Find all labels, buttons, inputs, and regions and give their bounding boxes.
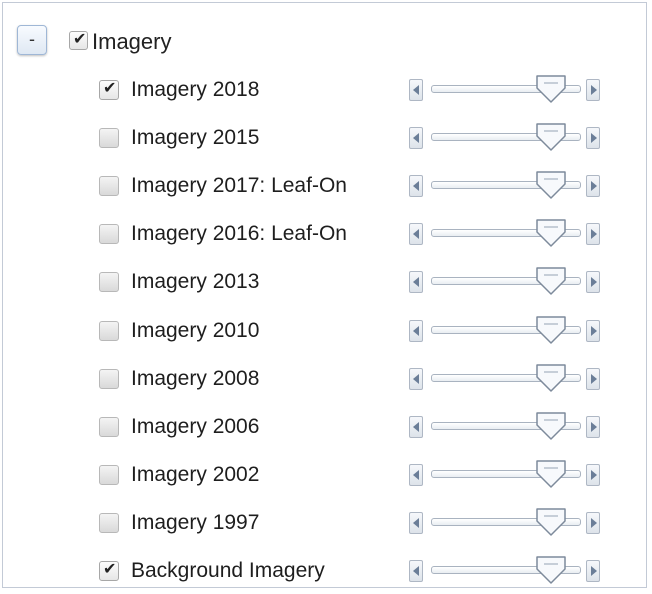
arrow-left-icon[interactable]	[409, 512, 423, 534]
layer-row: Imagery 2002	[3, 458, 648, 498]
opacity-slider[interactable]	[409, 458, 605, 494]
layer-row: ✔ Background Imagery	[3, 554, 648, 594]
arrow-right-icon[interactable]	[586, 127, 600, 149]
layer-label: Imagery 2013	[131, 270, 260, 293]
layer-checkbox[interactable]	[99, 176, 119, 196]
layer-row: Imagery 2010	[3, 314, 648, 354]
slider-thumb-icon[interactable]	[535, 363, 567, 393]
layer-row: Imagery 2006	[3, 410, 648, 450]
check-icon: ✔	[103, 561, 117, 578]
layer-row: ✔ Imagery 2018	[3, 73, 648, 113]
arrow-left-icon[interactable]	[409, 79, 423, 101]
layer-checkbox[interactable]	[99, 513, 119, 533]
imagery-group-checkbox[interactable]: ✔	[69, 31, 88, 50]
layer-label: Imagery 2015	[131, 126, 260, 149]
layer-checkbox[interactable]	[99, 465, 119, 485]
arrow-left-icon[interactable]	[409, 127, 423, 149]
layer-row: Imagery 1997	[3, 506, 648, 546]
arrow-right-icon[interactable]	[586, 271, 600, 293]
layer-row: Imagery 2016: Leaf-On	[3, 217, 648, 257]
arrow-left-icon[interactable]	[409, 368, 423, 390]
arrow-right-icon[interactable]	[586, 464, 600, 486]
opacity-slider[interactable]	[409, 314, 605, 350]
layer-checkbox[interactable]: ✔	[99, 80, 119, 100]
layer-row: Imagery 2015	[3, 121, 648, 161]
layer-row: Imagery 2008	[3, 362, 648, 402]
slider-thumb-icon[interactable]	[535, 459, 567, 489]
opacity-slider[interactable]	[409, 217, 605, 253]
layer-label: Imagery 2017: Leaf-On	[131, 174, 347, 197]
arrow-left-icon[interactable]	[409, 175, 423, 197]
arrow-left-icon[interactable]	[409, 464, 423, 486]
layer-checkbox[interactable]	[99, 128, 119, 148]
arrow-right-icon[interactable]	[586, 416, 600, 438]
arrow-right-icon[interactable]	[586, 560, 600, 582]
arrow-left-icon[interactable]	[409, 271, 423, 293]
layer-checkbox[interactable]	[99, 321, 119, 341]
arrow-right-icon[interactable]	[586, 512, 600, 534]
opacity-slider[interactable]	[409, 265, 605, 301]
arrow-left-icon[interactable]	[409, 416, 423, 438]
layer-label: Imagery 2010	[131, 319, 260, 342]
layer-checkbox[interactable]	[99, 272, 119, 292]
slider-thumb-icon[interactable]	[535, 122, 567, 152]
opacity-slider[interactable]	[409, 73, 605, 109]
layer-label: Imagery 2016: Leaf-On	[131, 222, 347, 245]
slider-thumb-icon[interactable]	[535, 555, 567, 585]
opacity-slider[interactable]	[409, 410, 605, 446]
check-icon: ✔	[103, 80, 117, 97]
layer-checkbox[interactable]	[99, 369, 119, 389]
opacity-slider[interactable]	[409, 362, 605, 398]
slider-thumb-icon[interactable]	[535, 170, 567, 200]
arrow-left-icon[interactable]	[409, 223, 423, 245]
slider-thumb-icon[interactable]	[535, 218, 567, 248]
collapse-button[interactable]: -	[17, 25, 47, 55]
layer-label: Background Imagery	[131, 559, 325, 582]
layer-row: Imagery 2013	[3, 265, 648, 305]
opacity-slider[interactable]	[409, 169, 605, 205]
layer-label: Imagery 2018	[131, 78, 260, 101]
arrow-right-icon[interactable]	[586, 175, 600, 197]
layer-label: Imagery 2006	[131, 415, 260, 438]
layer-label: Imagery 2008	[131, 367, 260, 390]
arrow-right-icon[interactable]	[586, 223, 600, 245]
slider-thumb-icon[interactable]	[535, 507, 567, 537]
layer-label: Imagery 2002	[131, 463, 260, 486]
imagery-group-header: - ✔ Imagery	[17, 25, 317, 59]
arrow-right-icon[interactable]	[586, 320, 600, 342]
arrow-right-icon[interactable]	[586, 368, 600, 390]
layer-label: Imagery 1997	[131, 511, 260, 534]
layer-checkbox[interactable]	[99, 224, 119, 244]
slider-thumb-icon[interactable]	[535, 266, 567, 296]
slider-thumb-icon[interactable]	[535, 411, 567, 441]
arrow-left-icon[interactable]	[409, 560, 423, 582]
arrow-left-icon[interactable]	[409, 320, 423, 342]
slider-thumb-icon[interactable]	[535, 74, 567, 104]
layer-list-panel: - ✔ Imagery ✔ Imagery 2018 Imagery 2015 Ima…	[2, 2, 647, 588]
opacity-slider[interactable]	[409, 121, 605, 157]
check-icon: ✔	[73, 31, 87, 48]
layer-checkbox[interactable]: ✔	[99, 561, 119, 581]
imagery-group-label: Imagery	[92, 29, 172, 54]
layer-row: Imagery 2017: Leaf-On	[3, 169, 648, 209]
opacity-slider[interactable]	[409, 506, 605, 542]
arrow-right-icon[interactable]	[586, 79, 600, 101]
opacity-slider[interactable]	[409, 554, 605, 590]
layer-checkbox[interactable]	[99, 417, 119, 437]
slider-thumb-icon[interactable]	[535, 315, 567, 345]
